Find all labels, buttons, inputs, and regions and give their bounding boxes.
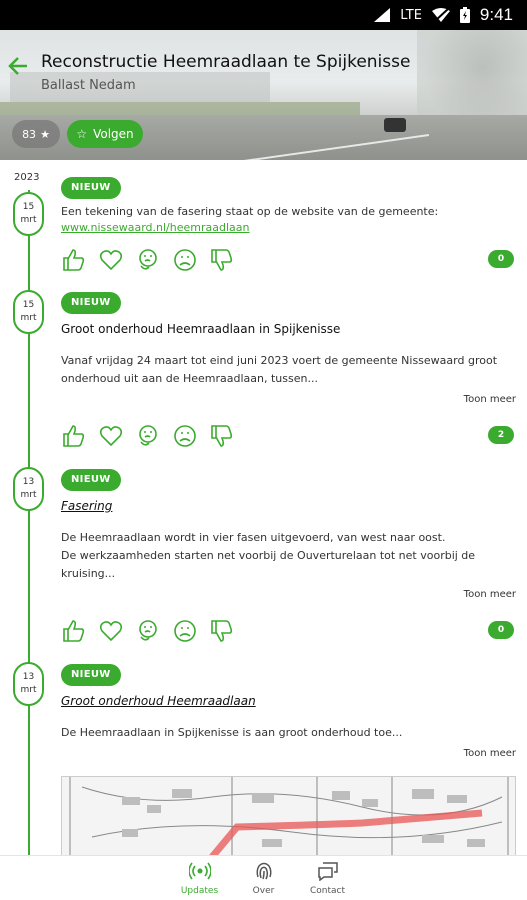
post-date: 13 mrt xyxy=(13,467,44,511)
post-map-image[interactable] xyxy=(61,776,516,856)
timeline-post[interactable]: NIEUW Groot onderhoud Heemraadlaan De He… xyxy=(61,662,516,759)
heart-icon[interactable] xyxy=(98,618,124,644)
post-month: mrt xyxy=(20,215,37,225)
fingerprint-icon xyxy=(253,861,275,884)
new-badge: NIEUW xyxy=(61,292,121,314)
project-company: Ballast Nedam xyxy=(41,78,136,93)
post-day: 13 xyxy=(22,477,35,487)
project-header: Reconstructie Heemraadlaan te Spijkeniss… xyxy=(0,30,527,160)
post-text: De werkzaamheden starten net voorbij de … xyxy=(61,549,476,580)
header-photo-tree xyxy=(417,30,527,125)
heart-icon[interactable] xyxy=(98,423,124,449)
timeline-post: NIEUW Een tekening van de fasering staat… xyxy=(61,175,516,234)
sad-icon[interactable] xyxy=(172,618,198,644)
sad-icon[interactable] xyxy=(172,247,198,273)
post-link[interactable]: www.nissewaard.nl/heemraadlaan xyxy=(61,221,516,234)
post-title[interactable]: Groot onderhoud Heemraadlaan xyxy=(61,694,516,708)
post-day: 13 xyxy=(22,672,35,682)
network-type: LTE xyxy=(400,7,422,23)
post-title: Groot onderhoud Heemraadlaan in Spijkeni… xyxy=(61,322,341,336)
post-date: 15 mrt xyxy=(13,192,44,236)
star-outline-icon: ☆ xyxy=(76,127,88,141)
signal-icon xyxy=(374,8,391,22)
nav-label: Updates xyxy=(180,885,219,896)
reaction-count: 2 xyxy=(488,426,514,444)
follower-count: 83 xyxy=(22,127,37,141)
post-text: Vanaf vrijdag 24 maart tot eind juni 202… xyxy=(61,354,498,385)
thumbs-up-icon[interactable] xyxy=(61,423,87,449)
follower-count-badge: 83 ★ xyxy=(12,120,60,148)
chat-icon xyxy=(317,861,339,884)
nav-contact[interactable]: Contact xyxy=(303,856,353,900)
nav-updates[interactable]: Updates xyxy=(175,856,225,900)
thumbs-down-icon[interactable] xyxy=(209,247,235,273)
new-badge: NIEUW xyxy=(61,469,121,491)
show-more-link[interactable]: Toon meer xyxy=(61,394,516,405)
wifi-icon xyxy=(431,8,450,22)
timeline-year: 2023 xyxy=(14,172,40,183)
new-badge: NIEUW xyxy=(61,177,121,199)
back-arrow-icon[interactable] xyxy=(8,54,28,82)
follow-button[interactable]: ☆ Volgen xyxy=(67,120,143,148)
thumbs-up-icon[interactable] xyxy=(61,618,87,644)
timeline-post[interactable]: NIEUW Groot onderhoud Heemraadlaan in Sp… xyxy=(61,290,516,405)
thumbs-up-icon[interactable] xyxy=(61,247,87,273)
timeline-post[interactable]: NIEUW Fasering De Heemraadlaan wordt in … xyxy=(61,467,516,600)
heart-icon[interactable] xyxy=(98,247,124,273)
header-photo-car xyxy=(384,118,406,132)
reaction-bar: 2 xyxy=(61,422,516,450)
post-day: 15 xyxy=(22,300,35,310)
reaction-bar: 0 xyxy=(61,617,516,645)
thinking-icon[interactable] xyxy=(135,618,161,644)
bottom-navigation: Updates Over Contact xyxy=(0,855,527,900)
show-more-link[interactable]: Toon meer xyxy=(61,748,516,759)
post-date: 15 mrt xyxy=(13,290,44,334)
sad-icon[interactable] xyxy=(172,423,198,449)
reaction-count: 0 xyxy=(488,250,514,268)
new-badge: NIEUW xyxy=(61,664,121,686)
star-icon: ★ xyxy=(40,127,50,141)
nav-label: Contact xyxy=(309,885,345,896)
status-bar: LTE 9:41 xyxy=(0,0,527,30)
thumbs-down-icon[interactable] xyxy=(209,423,235,449)
post-month: mrt xyxy=(20,490,37,500)
post-month: mrt xyxy=(20,685,37,695)
post-text: De Heemraadlaan wordt in vier fasen uitg… xyxy=(61,531,446,544)
reaction-bar: 0 xyxy=(61,246,516,274)
clock: 9:41 xyxy=(479,5,513,24)
thinking-icon[interactable] xyxy=(135,423,161,449)
post-date: 13 mrt xyxy=(13,662,44,706)
post-day: 15 xyxy=(22,202,35,212)
broadcast-icon xyxy=(187,861,212,884)
nav-label: Over xyxy=(252,885,275,896)
post-title[interactable]: Fasering xyxy=(61,499,516,513)
thumbs-down-icon[interactable] xyxy=(209,618,235,644)
battery-icon xyxy=(459,7,470,23)
reaction-count: 0 xyxy=(488,621,514,639)
post-month: mrt xyxy=(20,313,37,323)
post-text: De Heemraadlaan in Spijkenisse is aan gr… xyxy=(61,726,403,739)
post-text: Een tekening van de fasering staat op de… xyxy=(61,205,439,218)
show-more-link[interactable]: Toon meer xyxy=(61,589,516,600)
nav-over[interactable]: Over xyxy=(239,856,289,900)
follow-label: Volgen xyxy=(93,127,134,141)
project-title: Reconstructie Heemraadlaan te Spijkeniss… xyxy=(41,52,411,72)
thinking-icon[interactable] xyxy=(135,247,161,273)
